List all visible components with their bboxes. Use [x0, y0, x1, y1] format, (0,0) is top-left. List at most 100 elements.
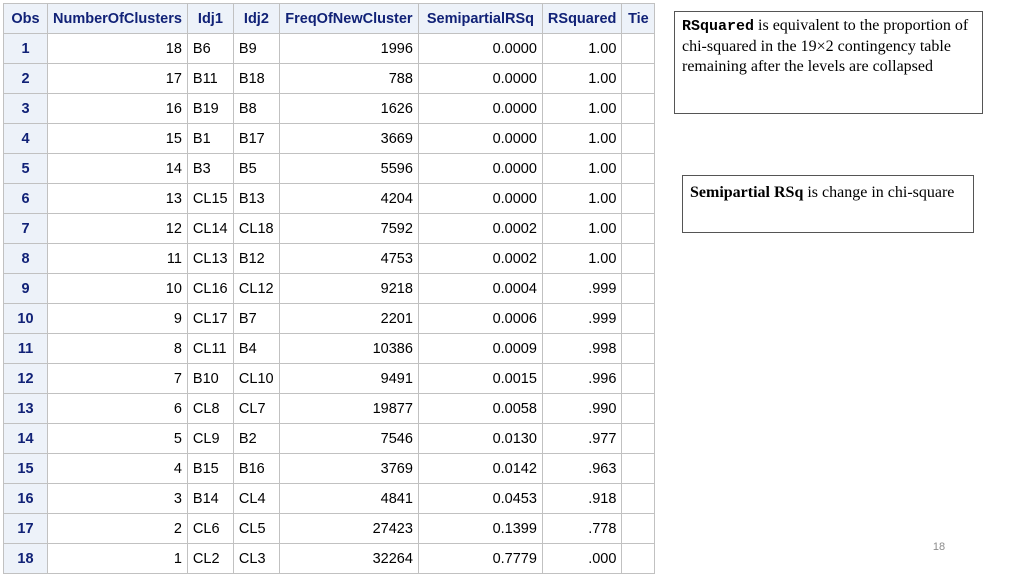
cell-obs: 12	[3, 363, 48, 394]
cell-rsquared: 1.00	[541, 183, 623, 214]
cell-freq-of-new-cluster: 27423	[278, 513, 419, 544]
cell-freq-of-new-cluster: 5596	[278, 153, 419, 184]
cell-idj1: CL13	[186, 243, 234, 274]
cell-semipartial-rsq: 0.0000	[417, 153, 543, 184]
cell-freq-of-new-cluster: 9491	[278, 363, 419, 394]
cell-number-of-clusters: 5	[47, 423, 188, 454]
cell-tie	[621, 543, 656, 574]
cell-freq-of-new-cluster: 19877	[278, 393, 419, 424]
col-header-idj2: Idj2	[232, 3, 280, 34]
cell-number-of-clusters: 14	[47, 153, 188, 184]
cell-tie	[621, 243, 656, 274]
cell-idj2: B8	[232, 93, 280, 124]
cell-obs: 14	[3, 423, 48, 454]
cell-tie	[621, 183, 656, 214]
cell-freq-of-new-cluster: 4204	[278, 183, 419, 214]
cell-tie	[621, 303, 656, 334]
cell-idj2: B12	[232, 243, 280, 274]
cell-obs: 16	[3, 483, 48, 514]
cell-obs: 15	[3, 453, 48, 484]
cell-idj2: B13	[232, 183, 280, 214]
cell-idj2: CL12	[232, 273, 280, 304]
cell-semipartial-rsq: 0.0006	[417, 303, 543, 334]
cell-freq-of-new-cluster: 9218	[278, 273, 419, 304]
cell-idj1: CL14	[186, 213, 234, 244]
table-row: 2 17 B11 B18 788 0.0000 1.00	[3, 63, 656, 94]
cell-rsquared: .918	[541, 483, 623, 514]
cell-idj1: CL6	[186, 513, 234, 544]
cell-obs: 7	[3, 213, 48, 244]
cell-number-of-clusters: 1	[47, 543, 188, 574]
cell-number-of-clusters: 6	[47, 393, 188, 424]
cell-freq-of-new-cluster: 1996	[278, 33, 419, 64]
cell-freq-of-new-cluster: 4841	[278, 483, 419, 514]
cell-number-of-clusters: 18	[47, 33, 188, 64]
cell-rsquared: .996	[541, 363, 623, 394]
page-number: 18	[932, 541, 946, 553]
cell-idj2: CL18	[232, 213, 280, 244]
cell-semipartial-rsq: 0.0002	[417, 213, 543, 244]
table-row: 15 4 B15 B16 3769 0.0142.963	[3, 453, 656, 484]
cell-freq-of-new-cluster: 3769	[278, 453, 419, 484]
cell-idj2: B9	[232, 33, 280, 64]
cell-tie	[621, 213, 656, 244]
col-header-semipartial-rsq: SemipartialRSq	[417, 3, 543, 34]
cell-number-of-clusters: 12	[47, 213, 188, 244]
cell-freq-of-new-cluster: 4753	[278, 243, 419, 274]
cell-obs: 6	[3, 183, 48, 214]
cell-semipartial-rsq: 0.0000	[417, 33, 543, 64]
cell-rsquared: .000	[541, 543, 623, 574]
table-row: 7 12 CL14 CL18 7592 0.0002 1.00	[3, 213, 656, 244]
cell-rsquared: 1.00	[541, 93, 623, 124]
table-row: 18 1 CL2 CL3 32264 0.7779.000	[3, 543, 656, 574]
table-row: 12 7 B10 CL10 9491 0.0015.996	[3, 363, 656, 394]
cell-idj1: CL8	[186, 393, 234, 424]
cell-semipartial-rsq: 0.0142	[417, 453, 543, 484]
cluster-history-table: Obs NumberOfClusters Idj1 Idj2 FreqOfNew…	[3, 3, 656, 574]
cell-tie	[621, 453, 656, 484]
cell-freq-of-new-cluster: 788	[278, 63, 419, 94]
cell-rsquared: .990	[541, 393, 623, 424]
col-header-freq-of-new-cluster: FreqOfNewCluster	[278, 3, 419, 34]
cell-idj1: B14	[186, 483, 234, 514]
cell-idj2: B17	[232, 123, 280, 154]
table-row: 9 10 CL16 CL12 9218 0.0004.999	[3, 273, 656, 304]
cell-tie	[621, 93, 656, 124]
cell-freq-of-new-cluster: 7546	[278, 423, 419, 454]
cell-idj2: CL4	[232, 483, 280, 514]
table-row: 4 15 B1 B17 3669 0.0000 1.00	[3, 123, 656, 154]
cell-tie	[621, 273, 656, 304]
cell-obs: 8	[3, 243, 48, 274]
cell-freq-of-new-cluster: 2201	[278, 303, 419, 334]
cell-semipartial-rsq: 0.0058	[417, 393, 543, 424]
cell-freq-of-new-cluster: 10386	[278, 333, 419, 364]
cell-tie	[621, 33, 656, 64]
cell-number-of-clusters: 4	[47, 453, 188, 484]
cell-idj1: CL17	[186, 303, 234, 334]
cell-freq-of-new-cluster: 1626	[278, 93, 419, 124]
table-row: 8 11 CL13 B12 4753 0.0002 1.00	[3, 243, 656, 274]
cell-semipartial-rsq: 0.0000	[417, 93, 543, 124]
table-row: 6 13 CL15 B13 4204 0.0000 1.00	[3, 183, 656, 214]
cell-tie	[621, 153, 656, 184]
cell-idj2: B4	[232, 333, 280, 364]
table-row: 14 5 CL9 B2 7546 0.0130.977	[3, 423, 656, 454]
table-row: 13 6 CL8 CL7 19877 0.0058.990	[3, 393, 656, 424]
cell-number-of-clusters: 10	[47, 273, 188, 304]
cell-idj2: B7	[232, 303, 280, 334]
cell-tie	[621, 63, 656, 94]
cell-number-of-clusters: 3	[47, 483, 188, 514]
cell-number-of-clusters: 2	[47, 513, 188, 544]
cell-obs: 13	[3, 393, 48, 424]
cell-obs: 1	[3, 33, 48, 64]
col-header-idj1: Idj1	[186, 3, 234, 34]
cell-idj1: B11	[186, 63, 234, 94]
cell-idj2: CL5	[232, 513, 280, 544]
cell-idj2: B2	[232, 423, 280, 454]
table-row: 1 18 B6 B9 1996 0.0000 1.00	[3, 33, 656, 64]
cell-freq-of-new-cluster: 7592	[278, 213, 419, 244]
cell-semipartial-rsq: 0.0000	[417, 123, 543, 154]
table-row: 5 14 B3 B5 5596 0.0000 1.00	[3, 153, 656, 184]
cell-rsquared: 1.00	[541, 243, 623, 274]
cell-idj1: CL2	[186, 543, 234, 574]
